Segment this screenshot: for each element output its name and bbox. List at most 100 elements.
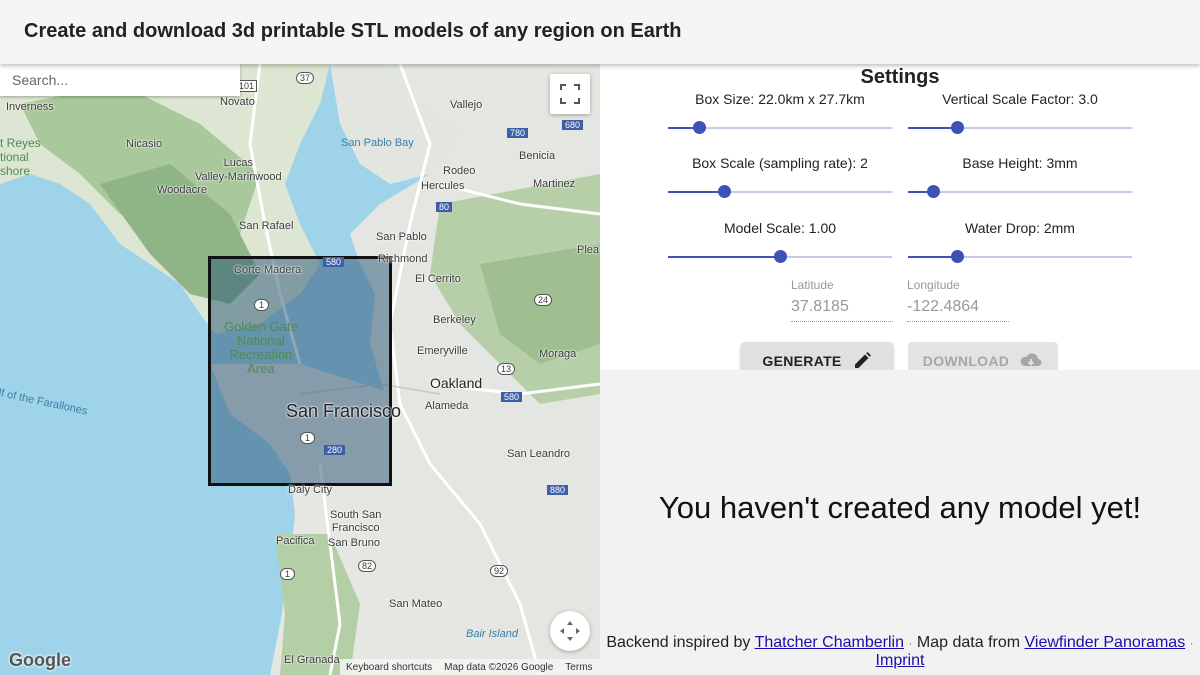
thatcher-chamberlin-link[interactable]: Thatcher Chamberlin: [755, 634, 904, 651]
settings-panel: Settings Box Size: 22.0km x 27.7km Verti…: [600, 64, 1200, 370]
slider-track[interactable]: [668, 185, 892, 198]
vertical-scale-slider[interactable]: Vertical Scale Factor: 3.0: [908, 91, 1132, 134]
slider-label: Model Scale: 1.00: [723, 220, 837, 236]
fullscreen-button[interactable]: [550, 74, 590, 114]
map-label-el-granada: El Granada: [284, 654, 340, 666]
highway-shield-37: 37: [296, 72, 315, 84]
map-label-pacifica: Pacifica: [276, 535, 315, 547]
highway-shield-280: 280: [324, 445, 346, 455]
map-label-rodeo: Rodeo: [443, 165, 476, 177]
empty-model-message: You haven't created any model yet!: [658, 490, 1142, 525]
slider-label: Vertical Scale Factor: 3.0: [942, 91, 1098, 107]
highway-shield-580-south: 580: [501, 392, 523, 402]
map-attribution: Keyboard shortcuts Map data ©2026 Google…: [340, 659, 600, 675]
slider-thumb[interactable]: [718, 185, 731, 198]
box-size-slider[interactable]: Box Size: 22.0km x 27.7km: [668, 91, 892, 134]
latitude-input[interactable]: 37.8185: [791, 298, 893, 322]
base-height-slider[interactable]: Base Height: 3mm: [908, 155, 1132, 198]
generate-button[interactable]: GENERATE: [741, 342, 893, 370]
map-label-berkeley: Berkeley: [433, 314, 476, 326]
slider-label: Water Drop: 2mm: [965, 220, 1075, 236]
map-label-san-rafael: San Rafael: [239, 220, 294, 232]
map-label-richmond: Richmond: [378, 253, 428, 265]
footer-separator: ·: [1189, 636, 1194, 650]
model-scale-slider[interactable]: Model Scale: 1.00: [668, 220, 892, 263]
highway-shield-82: 82: [358, 560, 377, 572]
map-label-san-mateo: San Mateo: [389, 598, 443, 610]
highway-shield-24: 24: [534, 294, 553, 306]
download-button[interactable]: DOWNLOAD: [908, 342, 1058, 370]
highway-shield-92: 92: [490, 565, 509, 577]
map-label-corte-madera: Corte Madera: [234, 264, 302, 276]
highway-shield-1-south: 1: [280, 568, 296, 580]
highway-shield-580-north: 580: [323, 257, 345, 267]
highway-shield-1-sf: 1: [300, 432, 316, 444]
slider-label: Base Height: 3mm: [962, 155, 1078, 171]
latitude-field[interactable]: Latitude 37.8185: [791, 278, 893, 322]
longitude-field[interactable]: Longitude -122.4864: [907, 278, 1009, 322]
map-label-san-francisco: San Francisco: [286, 401, 402, 421]
slider-thumb[interactable]: [951, 121, 965, 134]
map-view[interactable]: Inverness Novato Vallejo Nicasio t Reyes…: [0, 64, 600, 675]
map-label-moraga: Moraga: [539, 348, 577, 360]
pan-arrows-icon: [560, 621, 580, 641]
slider-track[interactable]: [908, 121, 1132, 134]
map-label-san-pablo: San Pablo: [376, 231, 427, 243]
slider-label: Box Scale (sampling rate): 2: [692, 155, 868, 171]
page-title: Create and download 3d printable STL mod…: [24, 20, 682, 42]
slider-track[interactable]: [668, 121, 892, 134]
slider-thumb[interactable]: [951, 250, 965, 263]
slider-thumb[interactable]: [774, 250, 787, 263]
mapdata-prefix: Map data from: [916, 634, 1021, 651]
map-label-bair-island: Bair Island: [466, 628, 518, 640]
highway-shield-80: 80: [436, 202, 453, 212]
terms-link[interactable]: Terms: [565, 662, 592, 673]
imprint-link[interactable]: Imprint: [876, 652, 925, 669]
slider-track[interactable]: [668, 250, 892, 263]
viewfinder-panoramas-link[interactable]: Viewfinder Panoramas: [1025, 634, 1186, 651]
pencil-icon: [854, 352, 871, 368]
map-label-inverness: Inverness: [6, 101, 54, 113]
map-label-south-sf: South San Francisco: [330, 509, 382, 534]
map-label-vallejo: Vallejo: [450, 99, 483, 111]
map-label-san-bruno: San Bruno: [328, 537, 380, 549]
backend-prefix: Backend inspired by: [606, 634, 751, 651]
map-search-input[interactable]: [0, 64, 240, 96]
fullscreen-icon: [560, 84, 580, 104]
map-label-nicasio: Nicasio: [126, 138, 163, 150]
highway-shield-680: 680: [562, 120, 584, 130]
settings-title: Settings: [860, 66, 940, 88]
longitude-input[interactable]: -122.4864: [907, 298, 1009, 322]
box-scale-slider[interactable]: Box Scale (sampling rate): 2: [668, 155, 892, 198]
map-label-oakland: Oakland: [430, 375, 483, 391]
generate-label: GENERATE: [762, 353, 842, 369]
slider-label: Box Size: 22.0km x 27.7km: [695, 91, 865, 107]
cloud-download-icon: [1020, 353, 1042, 366]
slider-thumb[interactable]: [693, 121, 707, 134]
google-logo: Google: [9, 650, 71, 670]
map-label-pleasant: Plea: [577, 244, 600, 256]
highway-shield-13: 13: [497, 363, 516, 375]
map-label-benicia: Benicia: [519, 150, 556, 162]
map-label-el-cerrito: El Cerrito: [415, 273, 461, 285]
map-label-san-leandro: San Leandro: [507, 448, 570, 460]
footer: Backend inspired by Thatcher Chamberlin …: [600, 634, 1200, 670]
map-data-text: Map data ©2026 Google: [444, 661, 554, 673]
slider-thumb[interactable]: [926, 185, 940, 198]
pan-control-button[interactable]: [550, 611, 590, 651]
highway-shield-1-north: 1: [254, 299, 270, 311]
map-label-lucas-valley: Lucas Valley-Marinwood: [195, 157, 282, 183]
map-label-point-reyes: t Reyes tional shore: [0, 136, 41, 178]
slider-track[interactable]: [908, 185, 1132, 198]
longitude-label: Longitude: [907, 278, 960, 292]
map-label-martinez: Martinez: [533, 178, 576, 190]
map-label-emeryville: Emeryville: [417, 345, 468, 357]
keyboard-shortcuts-link[interactable]: Keyboard shortcuts: [346, 662, 432, 673]
map-label-golden-gate: Golden Gate National Recreation Area: [224, 319, 298, 376]
app-bar: Create and download 3d printable STL mod…: [0, 0, 1200, 64]
slider-track[interactable]: [908, 250, 1132, 263]
water-drop-slider[interactable]: Water Drop: 2mm: [908, 220, 1132, 263]
footer-separator: ·: [908, 636, 913, 650]
highway-shield-880: 880: [547, 485, 569, 495]
map-label-woodacre: Woodacre: [157, 184, 207, 196]
